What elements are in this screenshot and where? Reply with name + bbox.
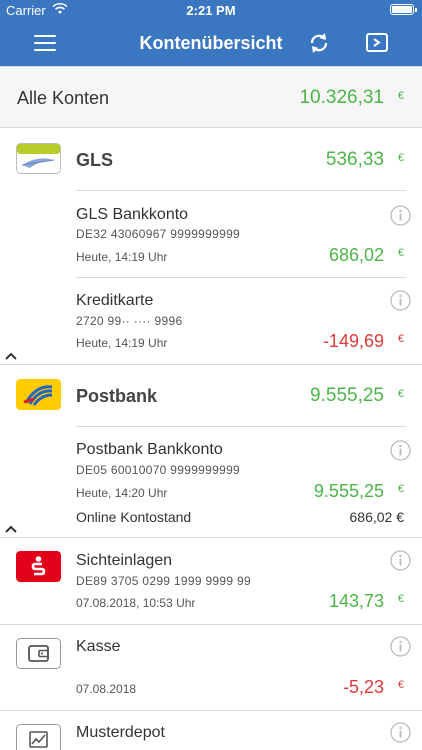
- account-name: Kreditkarte: [76, 292, 154, 309]
- account-balance: -149,69: [322, 331, 384, 351]
- info-icon[interactable]: [390, 290, 411, 311]
- account-balance: 686,02: [328, 245, 384, 265]
- info-icon[interactable]: [390, 440, 411, 461]
- summary-currency: €: [397, 90, 404, 102]
- refresh-icon[interactable]: [306, 30, 332, 56]
- account-balance: 143,73: [328, 591, 384, 611]
- page-title: Kontenübersicht: [139, 33, 283, 53]
- navigation-bar: Kontenübersicht: [0, 20, 422, 66]
- account-updated: Heute, 14:19 Uhr: [76, 336, 168, 350]
- account-updated: Heute, 14:19 Uhr: [76, 250, 168, 264]
- bank-total: 9.555,25: [310, 385, 384, 406]
- account-updated: 07.08.2018: [76, 682, 137, 696]
- currency-symbol: €: [397, 483, 404, 495]
- bank-name: GLS: [76, 150, 114, 170]
- currency-symbol: €: [397, 152, 404, 164]
- account-name: GLS Bankkonto: [76, 206, 189, 223]
- account-balance: 9.555,25: [313, 481, 384, 501]
- info-icon[interactable]: [390, 205, 411, 226]
- divider: [76, 426, 406, 427]
- wallet-icon: [16, 638, 61, 669]
- account-name: Sichteinlagen: [76, 552, 173, 569]
- account-iban: DE05 60010070 9999999999: [76, 463, 241, 477]
- info-icon[interactable]: [390, 636, 411, 657]
- summary-amount: 10.326,31: [299, 87, 384, 108]
- summary-label: Alle Konten: [17, 88, 110, 108]
- clock: 2:21 PM: [186, 3, 236, 18]
- gls-bank-icon: [16, 143, 61, 174]
- currency-symbol: €: [397, 679, 404, 691]
- info-icon[interactable]: [390, 722, 411, 743]
- account-iban: 2720 99·· ···· 9996: [76, 314, 183, 328]
- account-iban: DE32 43060967 9999999999: [76, 227, 241, 241]
- divider: [76, 277, 406, 278]
- sparkasse-icon: [16, 551, 61, 582]
- postbank-icon: [16, 379, 61, 410]
- collapse-chevron-icon[interactable]: [4, 524, 18, 534]
- menu-button[interactable]: [34, 35, 56, 51]
- account-name: Postbank Bankkonto: [76, 441, 223, 458]
- currency-symbol: €: [397, 388, 404, 400]
- currency-symbol: €: [397, 247, 404, 259]
- all-accounts-summary[interactable]: Alle Konten 10.326,31 €: [0, 66, 422, 128]
- account-balance: -5,23: [342, 677, 384, 697]
- battery-icon: [390, 4, 417, 15]
- section-divider: [0, 710, 422, 711]
- section-divider: [0, 537, 422, 538]
- account-updated: Heute, 14:20 Uhr: [76, 486, 168, 500]
- account-name: Musterdepot: [76, 724, 165, 741]
- info-icon[interactable]: [390, 550, 411, 571]
- online-balance-value: 686,02 €: [349, 509, 405, 525]
- currency-symbol: €: [397, 333, 404, 345]
- section-divider: [0, 624, 422, 625]
- bank-name: Postbank: [76, 386, 158, 406]
- account-iban: DE89 3705 0299 1999 9999 99: [76, 574, 251, 588]
- chart-icon: [16, 724, 61, 750]
- export-icon[interactable]: [364, 31, 390, 55]
- status-bar: Carrier 2:21 PM: [0, 0, 422, 20]
- account-updated: 07.08.2018, 10:53 Uhr: [76, 596, 196, 610]
- divider: [76, 190, 406, 191]
- currency-symbol: €: [397, 593, 404, 605]
- section-divider: [0, 364, 422, 365]
- bank-total: 536,33: [325, 149, 384, 170]
- account-name: Kasse: [76, 638, 121, 655]
- collapse-chevron-icon[interactable]: [4, 351, 18, 361]
- online-balance-label: Online Kontostand: [76, 509, 192, 525]
